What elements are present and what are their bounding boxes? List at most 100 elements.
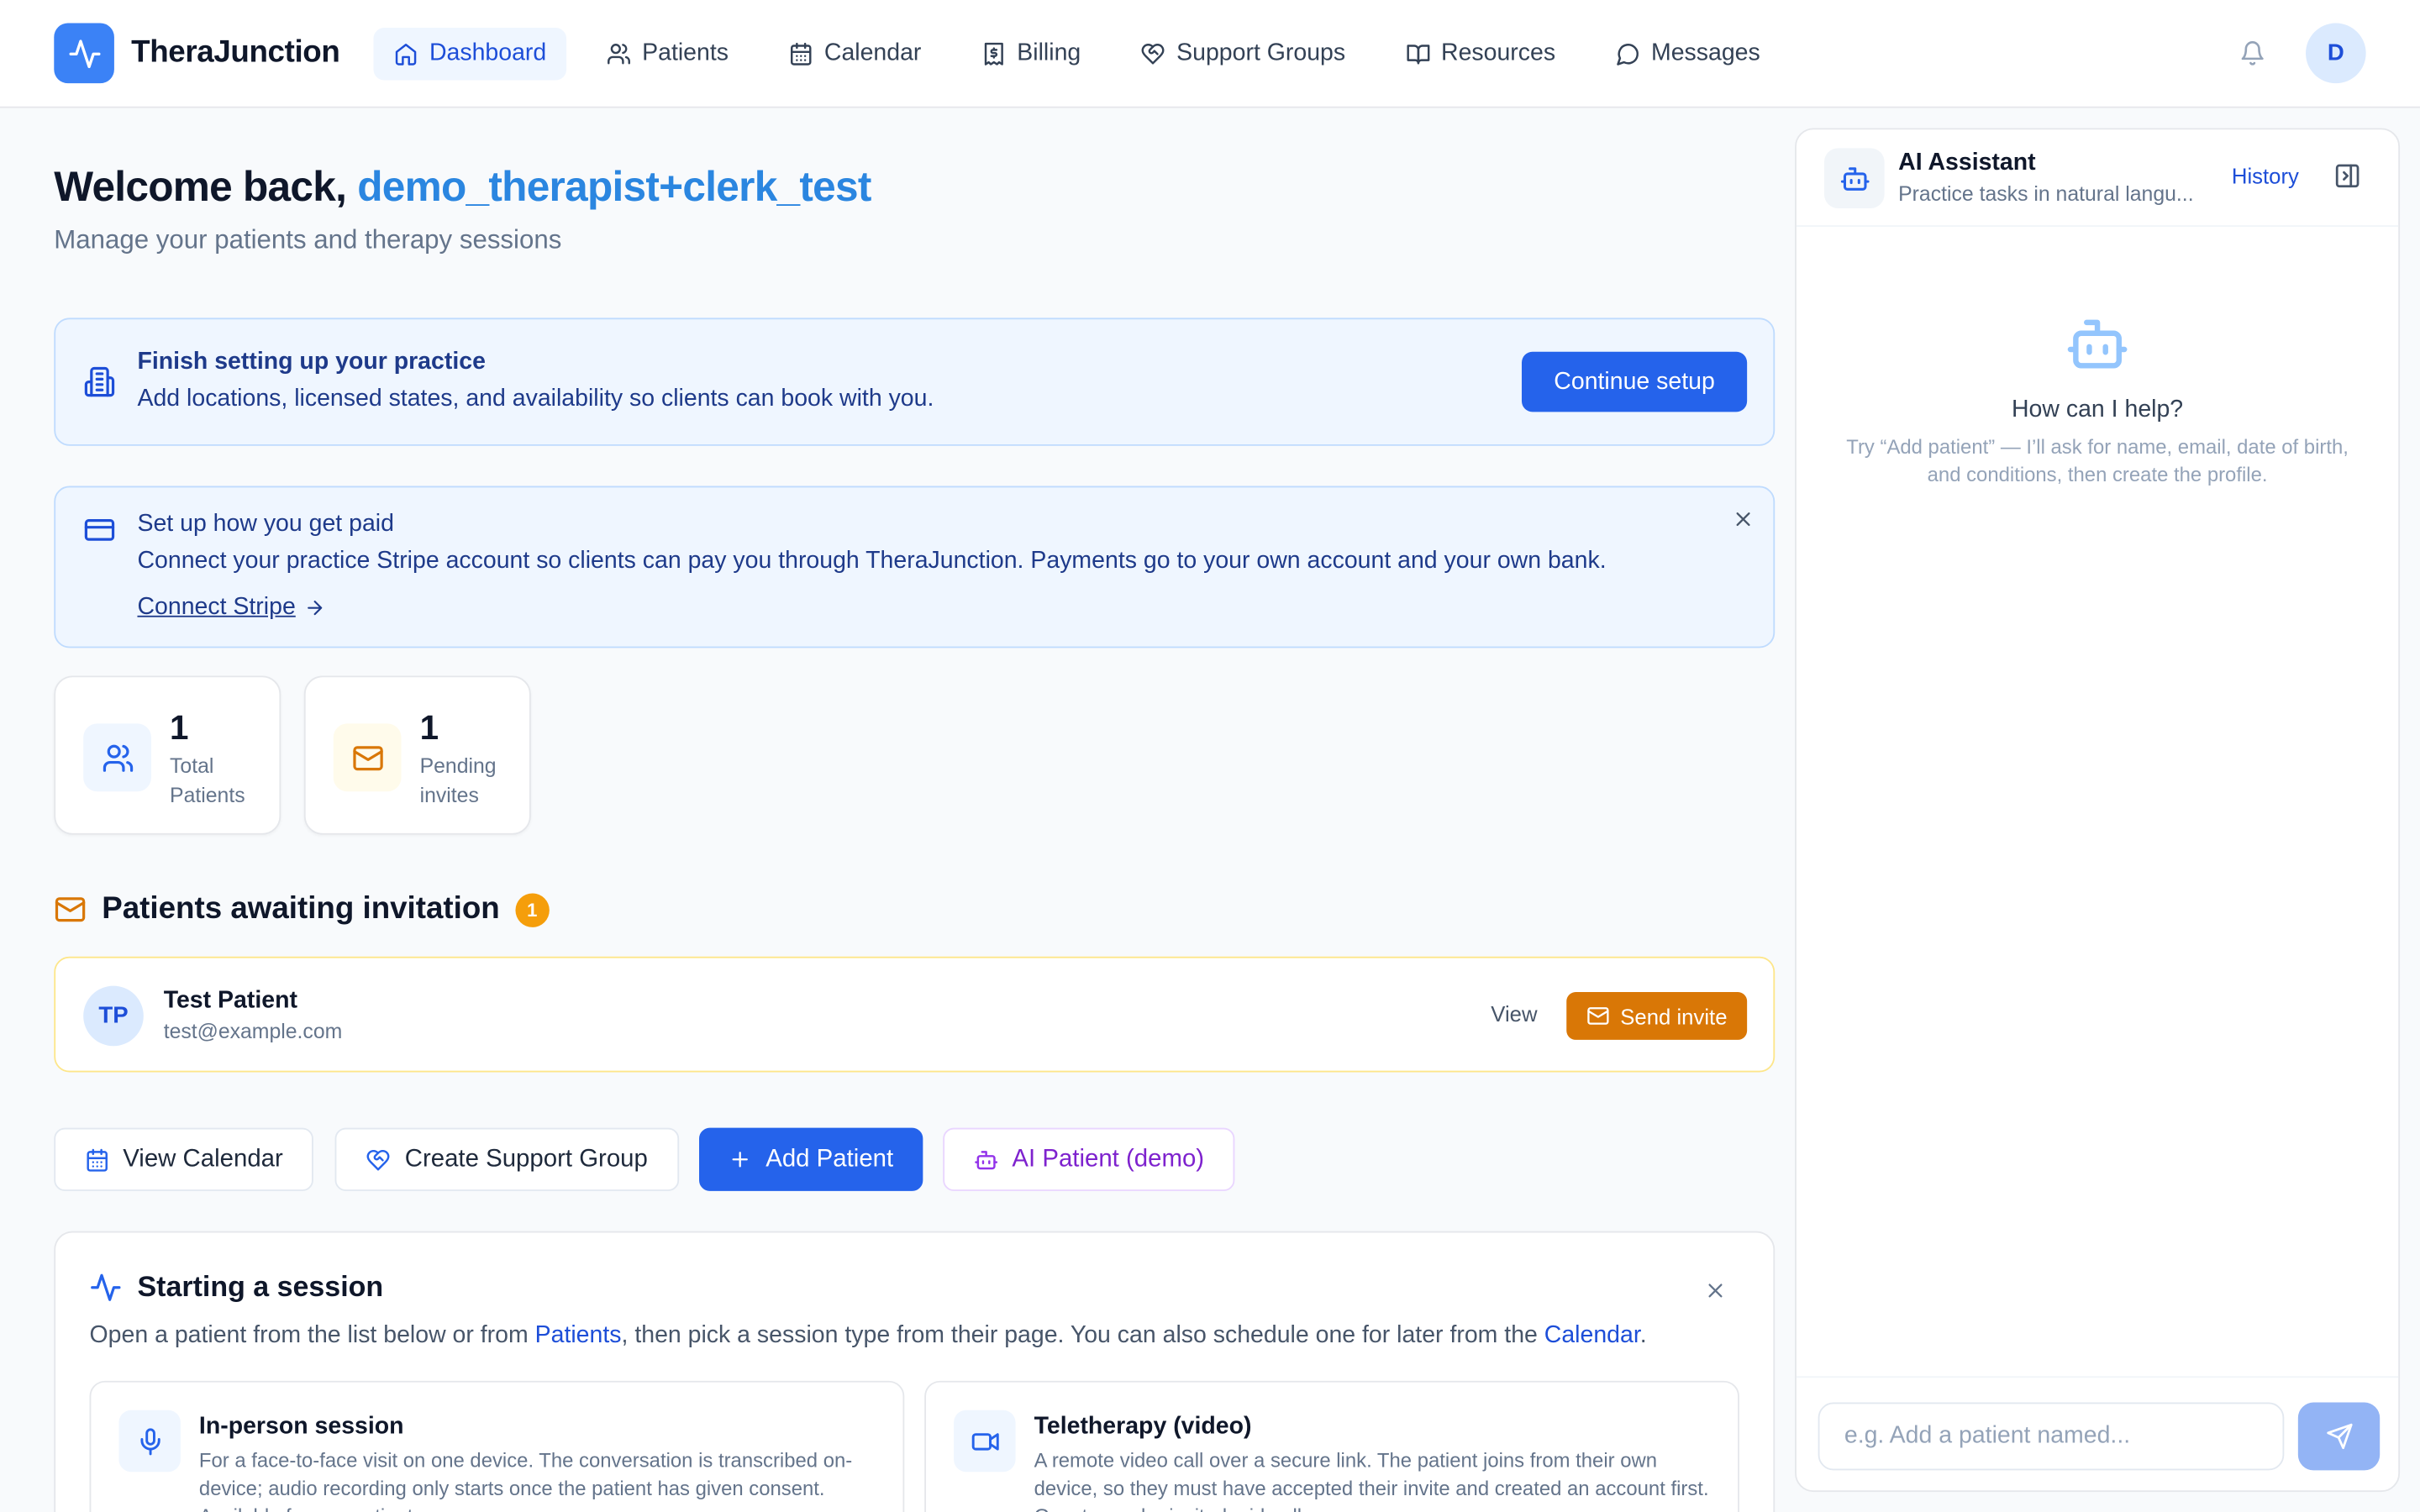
username: demo_therapist+clerk_test <box>357 163 871 210</box>
video-icon <box>954 1410 1016 1473</box>
welcome-prefix: Welcome back, <box>54 163 358 210</box>
avatar[interactable]: D <box>2306 23 2366 84</box>
bot-icon <box>1823 148 1885 208</box>
mail-icon <box>1587 1007 1609 1025</box>
nav-label: Patients <box>642 39 729 66</box>
nav-right: D <box>2239 23 2366 84</box>
ai-title: AI Assistant <box>1898 150 2036 176</box>
awaiting-section-title: Patients awaiting invitation 1 <box>54 892 550 927</box>
top-navbar: TheraJunction Dashboard Patients Calenda… <box>0 0 2420 108</box>
panel-collapse-icon[interactable] <box>2333 162 2361 190</box>
ai-footer <box>1796 1376 2399 1492</box>
in-person-text: For a face-to-face visit on one device. … <box>198 1448 853 1512</box>
ai-chat-input[interactable] <box>1818 1402 2285 1471</box>
starting-session-card: Starting a session Open a patient from t… <box>54 1231 1776 1512</box>
nav-resources[interactable]: Resources <box>1386 27 1576 79</box>
bot-icon <box>974 1150 997 1169</box>
mail-icon <box>55 897 86 922</box>
billing-icon <box>984 41 1003 65</box>
page-subtitle: Manage your patients and therapy session… <box>54 225 562 255</box>
ai-header: AI Assistant Practice tasks in natural l… <box>1796 129 2399 227</box>
home-icon <box>396 43 417 65</box>
create-support-group-button[interactable]: Create Support Group <box>334 1127 680 1191</box>
patient-email: test@example.com <box>163 1020 343 1043</box>
history-button[interactable]: History <box>2232 164 2299 188</box>
stat-value: 1 <box>419 708 439 747</box>
nav-label: Calendar <box>823 39 922 66</box>
arrow-right-icon <box>307 601 322 616</box>
setup-banner: Finish setting up your practice Add loca… <box>54 318 1776 446</box>
session-desc-text: , then pick a session type from their pa… <box>621 1322 1544 1349</box>
avatar: TP <box>83 985 144 1047</box>
nav-billing[interactable]: Billing <box>961 27 1101 79</box>
teletherapy-text: A remote video call over a secure link. … <box>1034 1448 1709 1512</box>
ai-assistant-panel: AI Assistant Practice tasks in natural l… <box>1795 128 2401 1493</box>
payment-title: Set up how you get paid <box>137 510 394 538</box>
nav-label: Billing <box>1017 39 1081 66</box>
ai-patient-demo-button[interactable]: AI Patient (demo) <box>943 1127 1235 1191</box>
view-calendar-label: View Calendar <box>123 1145 283 1172</box>
bot-icon <box>2067 319 2128 369</box>
app-root: TheraJunction Dashboard Patients Calenda… <box>0 0 2420 1512</box>
heart-handshake-icon <box>1142 43 1165 64</box>
in-person-title: In-person session <box>198 1413 404 1440</box>
calendar-icon <box>86 1147 108 1171</box>
credit-card-icon <box>84 519 115 541</box>
teletherapy-session-option[interactable]: Teletherapy (video) A remote video call … <box>924 1380 1739 1512</box>
session-description: Open a patient from the list below or fr… <box>90 1322 1647 1350</box>
logo-icon[interactable] <box>54 23 114 84</box>
stat-label: Pending invites <box>419 754 497 807</box>
stat-pending-invites[interactable]: 1 Pending invites <box>303 675 531 835</box>
send-icon <box>2326 1423 2352 1450</box>
ai-hint: Try “Add patient” — I’ll ask for name, e… <box>1846 434 2349 486</box>
view-patient-link[interactable]: View <box>1491 1001 1537 1026</box>
message-icon <box>1616 43 1639 65</box>
nav-label: Resources <box>1441 39 1556 66</box>
users-icon <box>83 723 151 792</box>
add-patient-label: Add Patient <box>765 1145 894 1172</box>
nav-support-groups[interactable]: Support Groups <box>1121 27 1365 79</box>
building-icon <box>84 366 115 397</box>
close-icon[interactable] <box>1732 507 1755 531</box>
bell-icon[interactable] <box>2239 40 2265 66</box>
ai-subtitle: Practice tasks in natural langu... <box>1898 181 2194 206</box>
app-name[interactable]: TheraJunction <box>131 35 340 71</box>
calendar-link[interactable]: Calendar <box>1544 1322 1640 1348</box>
session-desc-text: Open a patient from the list below or fr… <box>89 1322 535 1349</box>
nav-calendar[interactable]: Calendar <box>769 27 942 79</box>
main-content: Welcome back, demo_therapist+clerk_test … <box>54 108 1776 1512</box>
plus-icon <box>732 1152 749 1168</box>
nav-dashboard[interactable]: Dashboard <box>373 27 567 80</box>
mail-icon <box>333 723 402 792</box>
activity-icon <box>91 1273 121 1300</box>
connect-stripe-label: Connect Stripe <box>137 594 296 621</box>
add-patient-button[interactable]: Add Patient <box>699 1127 923 1191</box>
patient-name: Test Patient <box>163 987 297 1014</box>
calendar-icon <box>791 41 812 65</box>
stat-total-patients[interactable]: 1 Total Patients <box>54 675 281 835</box>
continue-setup-button[interactable]: Continue setup <box>1521 351 1748 412</box>
view-calendar-button[interactable]: View Calendar <box>54 1127 313 1191</box>
send-invite-label: Send invite <box>1620 1003 1728 1029</box>
patients-link[interactable]: Patients <box>535 1322 622 1348</box>
close-icon[interactable] <box>1704 1279 1728 1303</box>
send-invite-button[interactable]: Send invite <box>1566 991 1748 1040</box>
connect-stripe-link[interactable]: Connect Stripe <box>137 594 1606 622</box>
stat-label: Total Patients <box>170 754 245 807</box>
setup-title: Finish setting up your practice <box>137 349 486 375</box>
nav-label: Support Groups <box>1176 39 1346 66</box>
create-support-group-label: Create Support Group <box>404 1145 648 1172</box>
session-title: Starting a session <box>90 1270 383 1304</box>
heart-handshake-icon <box>367 1149 390 1170</box>
nav-label: Dashboard <box>429 39 547 66</box>
payment-text: Connect your practice Stripe account so … <box>137 548 1607 575</box>
nav-label: Messages <box>1650 39 1760 66</box>
list-item: TP Test Patient test@example.com View Se… <box>54 956 1776 1073</box>
microphone-icon <box>118 1410 181 1473</box>
send-button[interactable] <box>2297 1402 2381 1471</box>
nav-patients[interactable]: Patients <box>587 27 749 79</box>
ai-patient-label: AI Patient (demo) <box>1012 1145 1205 1172</box>
users-icon <box>608 43 631 64</box>
nav-messages[interactable]: Messages <box>1596 27 1781 79</box>
in-person-session-option[interactable]: In-person session For a face-to-face vis… <box>89 1380 905 1512</box>
